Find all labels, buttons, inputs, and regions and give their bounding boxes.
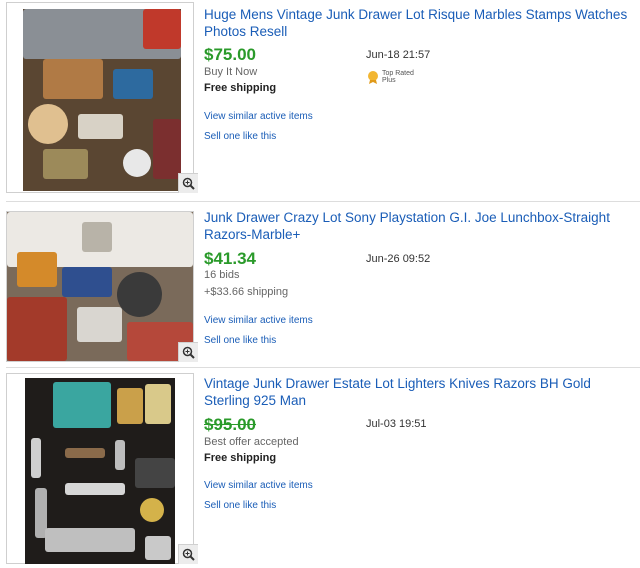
view-similar-link[interactable]: View similar active items [204, 111, 313, 122]
sell-one-like-this-link[interactable]: Sell one like this [204, 335, 276, 346]
sell-one-like-this-link[interactable]: Sell one like this [204, 500, 276, 511]
item-thumbnail[interactable] [23, 9, 181, 191]
divider [6, 367, 640, 368]
top-rated-badge: Top Rated Plus [366, 70, 422, 84]
item-price: $75.00 [204, 45, 256, 64]
item-title-link[interactable]: Huge Mens Vintage Junk Drawer Lot Risque… [204, 6, 634, 40]
item-title-link[interactable]: Junk Drawer Crazy Lot Sony Playstation G… [204, 209, 634, 243]
item-price: $41.34 [204, 249, 256, 268]
view-similar-link[interactable]: View similar active items [204, 315, 313, 326]
end-date: Jul-03 19:51 [366, 418, 427, 430]
buy-format: Buy It Now [204, 66, 258, 78]
item-price: $95.00 [204, 415, 256, 434]
item-thumbnail-frame[interactable] [6, 211, 198, 362]
zoom-button[interactable] [178, 173, 198, 193]
magnifier-plus-icon [182, 548, 195, 561]
shipping-info: Free shipping [204, 452, 277, 464]
item-thumbnail[interactable] [25, 378, 175, 564]
sell-one-like-this-link[interactable]: Sell one like this [204, 131, 276, 142]
item-thumbnail-frame[interactable] [6, 373, 198, 564]
end-date: Jun-18 21:57 [366, 49, 431, 61]
end-date: Jun-26 09:52 [366, 253, 431, 265]
view-similar-link[interactable]: View similar active items [204, 480, 313, 491]
listing-item: Vintage Junk Drawer Estate Lot Lighters … [0, 370, 640, 568]
zoom-button[interactable] [178, 544, 198, 564]
badge-label: Top Rated Plus [382, 70, 414, 84]
magnifier-plus-icon [182, 346, 195, 359]
listing-item: Huge Mens Vintage Junk Drawer Lot Risque… [0, 0, 640, 198]
shipping-info: +$33.66 shipping [204, 286, 289, 298]
bid-count: 16 bids [204, 269, 240, 281]
item-title-link[interactable]: Vintage Junk Drawer Estate Lot Lighters … [204, 375, 634, 409]
shipping-info: Free shipping [204, 82, 277, 94]
zoom-button[interactable] [178, 342, 198, 362]
top-rated-seal-icon [368, 71, 378, 84]
offer-status: Best offer accepted [204, 436, 299, 448]
item-thumbnail-frame[interactable] [6, 2, 198, 193]
item-thumbnail[interactable] [7, 212, 193, 361]
divider [6, 201, 640, 202]
listing-item: Junk Drawer Crazy Lot Sony Playstation G… [0, 205, 640, 365]
magnifier-plus-icon [182, 177, 195, 190]
